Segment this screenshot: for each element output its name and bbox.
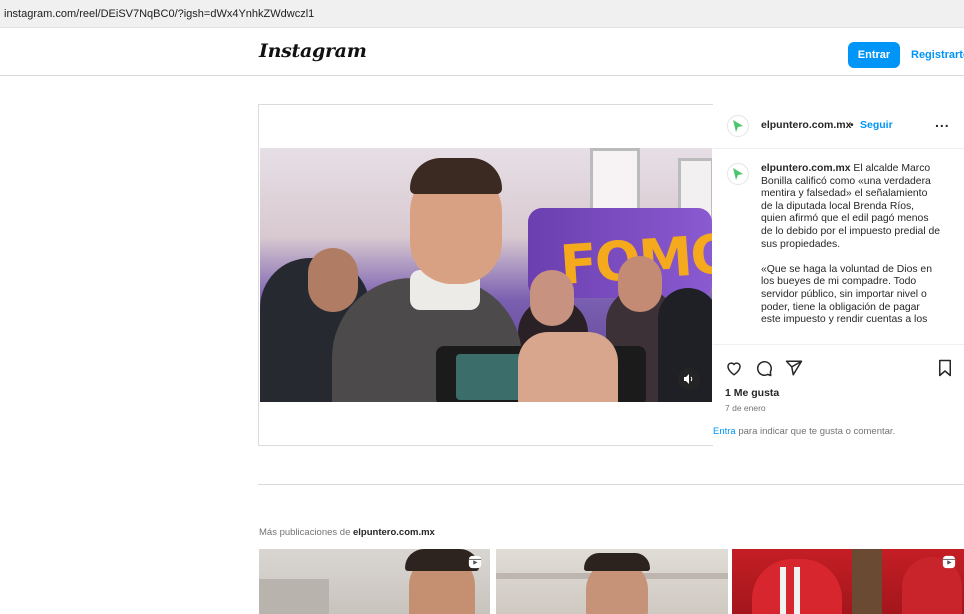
login-link[interactable]: Entra [713,426,736,437]
login-prompt: Entra para indicar que te gusta o coment… [713,426,964,437]
divider [258,484,964,485]
account-name[interactable]: elpuntero.com.mx [761,119,851,131]
video-frame [530,270,574,326]
mute-icon[interactable] [678,368,700,390]
avatar[interactable] [727,163,749,185]
follow-button[interactable]: Seguir [860,119,893,131]
caption-text: elpuntero.com.mx El alcalde Marco Bonill… [761,163,941,339]
caption-area: elpuntero.com.mx El alcalde Marco Bonill… [713,149,964,339]
login-button[interactable]: Entrar [848,42,900,68]
heart-icon[interactable] [725,359,743,377]
caption-paragraph-1: El alcalde Marco Bonilla calificó como «… [761,163,941,250]
bookmark-icon[interactable] [937,359,953,377]
video-frame [308,248,358,312]
post-thumbnail[interactable] [259,549,490,614]
separator-dot: • [850,119,854,131]
login-prompt-text: para indicar que te gusta o comentar. [735,426,896,437]
post-thumbnail[interactable] [496,549,728,614]
avatar[interactable] [727,115,749,137]
top-navigation: Instagram Entrar Registrarte [0,30,964,76]
url-text: instagram.com/reel/DEiSV7NqBC0/?igsh=dWx… [4,8,315,20]
action-bar: 1 Me gusta 7 de enero [713,344,964,455]
caption-paragraph-2: «Que se haga la voluntad de Dios en los … [761,263,932,326]
address-bar[interactable]: instagram.com/reel/DEiSV7NqBC0/?igsh=dWx… [0,0,964,28]
instagram-logo[interactable]: Instagram [259,40,367,62]
reel-icon [942,555,956,569]
reel-video[interactable]: FOMO [260,148,712,402]
caption-account[interactable]: elpuntero.com.mx [761,163,851,174]
video-frame [410,158,502,194]
post-sidebar: elpuntero.com.mx • Seguir ... elpuntero.… [713,104,964,446]
more-posts-heading: Más publicaciones de elpuntero.com.mx [259,527,435,538]
post-header: elpuntero.com.mx • Seguir ... [713,104,964,149]
video-frame [590,148,640,212]
post-date[interactable]: 7 de enero [725,403,766,413]
video-frame [518,332,618,402]
likes-count[interactable]: 1 Me gusta [725,387,779,399]
share-icon[interactable] [785,359,803,377]
more-posts-prefix: Más publicaciones de [259,527,353,538]
more-posts-account[interactable]: elpuntero.com.mx [353,527,435,538]
more-options-icon[interactable]: ... [935,114,950,130]
video-frame [618,256,662,312]
register-link[interactable]: Registrarte [911,42,964,68]
post-thumbnail[interactable] [732,549,964,614]
comment-icon[interactable] [755,359,773,377]
reel-icon [468,555,482,569]
